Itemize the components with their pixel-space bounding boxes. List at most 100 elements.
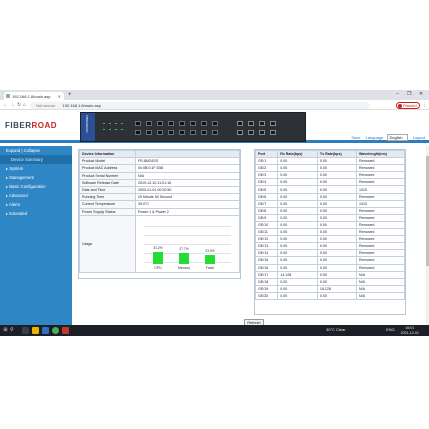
usage-label: Usage xyxy=(79,214,136,273)
table-row: GE/5 0.00 0.00 1310 xyxy=(254,185,405,194)
header-links: Save Language English Logout xyxy=(347,134,425,141)
table-row: GE/9 0.00 0.00 Removed xyxy=(254,213,405,222)
close-window-icon[interactable]: ✕ xyxy=(419,91,423,97)
app-icon[interactable] xyxy=(42,327,49,334)
device-info-panel: Device Information Product Model FR-8M24G… xyxy=(78,149,241,279)
logout-link[interactable]: Logout xyxy=(413,135,425,140)
device-brand-panel: FIBERROAD xyxy=(81,113,95,141)
weather-widget[interactable]: 30°C Clear xyxy=(326,327,346,332)
paused-label: Paused xyxy=(403,103,417,108)
table-row: GE/7 0.00 0.00 1310 xyxy=(254,199,405,208)
table-cell: GE/10 xyxy=(254,220,279,230)
table-cell: 0.00 xyxy=(277,164,318,173)
profile-paused-button[interactable]: Paused xyxy=(396,102,420,109)
table-cell: 0.00 xyxy=(316,242,358,251)
minimize-icon[interactable]: – xyxy=(396,91,399,97)
table-row: Software Release Date 2019-12-10 11:01:16 xyxy=(79,178,240,187)
system-clock[interactable]: 16:01 2021-12-01 xyxy=(401,326,419,335)
switch-port-icon xyxy=(157,121,163,126)
sidebar-item-extended[interactable]: ▸ Extended xyxy=(0,209,72,218)
start-icon[interactable]: ⊞ xyxy=(2,327,9,334)
sidebar-item-management[interactable]: ▸ Management xyxy=(0,173,72,182)
table-cell: 0.00 xyxy=(277,185,318,194)
switch-port-icon xyxy=(212,130,218,135)
header-banner: FIBERROAD FIBERROAD Save Language Englis… xyxy=(0,110,429,143)
table-cell: GE/18 xyxy=(254,277,279,286)
table-row: GE/20 0.00 0.00 N/A xyxy=(254,291,405,300)
sidebar-item-system[interactable]: ▸ System xyxy=(0,164,72,173)
status-led-icon xyxy=(121,123,123,124)
table-row: GE/6 0.00 0.00 Removed xyxy=(254,192,405,201)
info-label: Software Release Date xyxy=(79,178,136,187)
file-explorer-icon[interactable] xyxy=(32,327,39,334)
table-cell: 0.00 xyxy=(316,185,358,194)
url-field[interactable]: Not secure 192.168.1.8/main.asp xyxy=(30,102,370,109)
sidebar-item-expand-collapse[interactable]: Expand | Collapse xyxy=(0,146,72,155)
reload-icon[interactable]: ↻ xyxy=(17,102,21,108)
search-icon[interactable]: ⚲ xyxy=(10,327,14,333)
table-cell: Removed xyxy=(356,192,405,201)
switch-port-icon xyxy=(259,130,265,135)
table-row: Date and Time 2000-01-01 00:20:50 xyxy=(79,185,240,195)
table-cell: GE/4 xyxy=(254,178,279,187)
table-cell: Removed xyxy=(356,206,405,215)
switch-port-icon xyxy=(179,130,185,135)
language-indicator[interactable]: ENG xyxy=(386,327,395,332)
sidebar-item-alarm[interactable]: ▸ Alarm xyxy=(0,200,72,209)
sidebar-item-device-summary[interactable]: Device Summary xyxy=(0,155,72,164)
forward-icon[interactable]: → xyxy=(10,102,15,108)
switch-port-icon xyxy=(270,130,276,135)
task-view-icon[interactable] xyxy=(22,327,29,334)
maximize-icon[interactable]: ❐ xyxy=(407,91,411,97)
bar-category-label: CPU xyxy=(154,265,162,270)
info-label: Product Serial Number xyxy=(79,171,136,180)
table-cell: 0.00 xyxy=(316,235,358,244)
info-value: N/A xyxy=(135,171,240,180)
info-value: 2000-01-01 00:20:50 xyxy=(135,185,240,195)
table-cell: GE/19 xyxy=(254,284,279,293)
switch-port-icon xyxy=(157,130,163,135)
sidebar-item-advanced[interactable]: ▸ Advanced xyxy=(0,191,72,200)
table-cell: N/A xyxy=(356,291,405,300)
table-cell: 0.00 xyxy=(316,171,358,180)
table-cell: 0.00 xyxy=(316,192,358,201)
gridline xyxy=(144,243,231,245)
table-row: GE/2 0.00 0.00 Removed xyxy=(254,164,405,173)
info-label: Running Time xyxy=(79,193,136,202)
table-cell: GE/14 xyxy=(254,249,279,258)
table-cell: GE/3 xyxy=(254,171,279,180)
chrome-icon[interactable] xyxy=(52,327,59,334)
bar-value-label: 27.7% xyxy=(179,247,189,252)
table-row: GE/12 0.00 0.00 Removed xyxy=(254,235,405,244)
table-header xyxy=(135,149,240,159)
table-cell: 1310 xyxy=(356,185,405,194)
table-header: Rx Rate(bps) xyxy=(277,149,318,159)
home-icon[interactable]: ⌂ xyxy=(23,102,26,108)
language-select[interactable]: English xyxy=(386,134,408,141)
table-cell: 0.00 xyxy=(316,277,358,286)
new-tab-button[interactable]: + xyxy=(68,92,72,98)
save-link[interactable]: Save xyxy=(351,135,360,140)
table-cell: 0.00 xyxy=(277,213,318,222)
switch-port-icon xyxy=(201,121,207,126)
table-row: GE/16 0.00 0.00 Removed xyxy=(254,263,405,272)
app-icon[interactable] xyxy=(62,327,69,334)
switch-port-icon xyxy=(237,121,243,126)
close-tab-icon[interactable]: ✕ xyxy=(58,94,61,99)
table-cell: Removed xyxy=(356,249,405,258)
browser-menu-icon[interactable]: ⋮ xyxy=(422,102,427,108)
back-icon[interactable]: ← xyxy=(3,102,8,108)
switch-port-icon xyxy=(146,121,152,126)
sidebar-item-basic-configuration[interactable]: ▸ Basic Configuration xyxy=(0,182,72,191)
table-cell: 0.00 xyxy=(277,291,318,300)
table-cell: GE/9 xyxy=(254,213,279,222)
switch-port-icon xyxy=(237,130,243,135)
table-row: Running Time 20 Minute 50 Second xyxy=(79,193,240,202)
usage-bar-cpu xyxy=(153,251,163,264)
table-cell: 0.00 xyxy=(277,242,318,251)
table-cell: 0.00 xyxy=(277,199,318,208)
info-label: Product Model xyxy=(79,157,136,166)
browser-tab[interactable]: 192.168.1.8/main.asp ✕ xyxy=(4,92,64,100)
fiberroad-logo: FIBERROAD xyxy=(5,121,57,130)
table-cell: 0.00 xyxy=(316,213,358,222)
